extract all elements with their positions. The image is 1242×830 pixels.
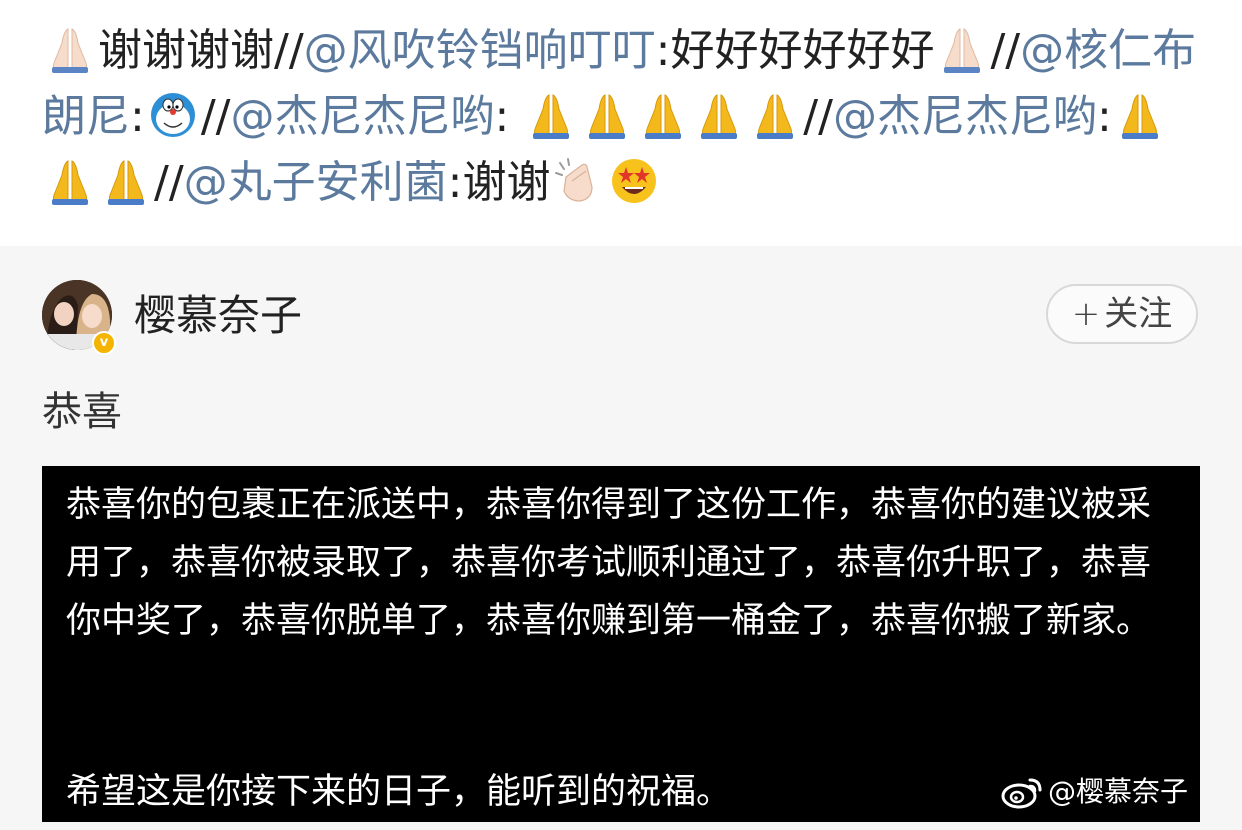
- watermark-text: @樱慕奈子: [1047, 775, 1188, 808]
- pray-yellow-icon: [1114, 89, 1166, 141]
- doraemon-icon: [147, 89, 199, 141]
- follow-label: 关注: [1104, 294, 1173, 334]
- watermark: @樱慕奈子: [1000, 770, 1188, 814]
- repost-text: :谢谢: [447, 157, 551, 208]
- pray-yellow-icon: [749, 89, 801, 141]
- pray-yellow-icon: [637, 89, 689, 141]
- post-text: 恭喜: [42, 389, 122, 435]
- weibo-logo-icon: [1001, 778, 1042, 809]
- pray-yellow-icon: [525, 89, 577, 141]
- mention-link[interactable]: @丸子安利菌: [184, 157, 448, 208]
- repost-text: :: [494, 91, 524, 142]
- mention-link[interactable]: @风吹铃铛响叮叮: [304, 25, 656, 76]
- repost-text: //: [803, 91, 833, 142]
- post-image[interactable]: 恭喜你的包裹正在派送中，恭喜你得到了这份工作，恭喜你的建议被采用了，恭喜你被录取…: [42, 466, 1200, 822]
- clapping-icon: [552, 155, 604, 207]
- pray-light-icon: [936, 23, 988, 75]
- repost-text: :: [1096, 91, 1112, 142]
- repost-text: 谢谢谢谢//: [98, 25, 304, 76]
- repost-chain: 谢谢谢谢//@风吹铃铛响叮叮:好好好好好好//@核仁布朗尼://@杰尼杰尼哟: …: [42, 18, 1212, 216]
- repost-text: //: [154, 157, 184, 208]
- repost-text: :: [130, 91, 145, 142]
- repost-text: //: [200, 91, 231, 142]
- image-paragraph: 恭喜你的包裹正在派送中，恭喜你得到了这份工作，恭喜你的建议被采用了，恭喜你被录取…: [66, 485, 1152, 641]
- pray-light-icon: [44, 23, 96, 75]
- image-closing-line: 希望这是你接下来的日子，能听到的祝福。: [66, 772, 732, 812]
- username[interactable]: 樱慕奈子: [134, 288, 302, 344]
- pray-yellow-icon: [693, 89, 745, 141]
- pray-yellow-icon: [581, 89, 633, 141]
- pray-yellow-icon: [100, 155, 152, 207]
- mention-link[interactable]: @杰尼杰尼哟: [230, 91, 494, 142]
- repost-text: :好好好好好好: [655, 25, 935, 76]
- pray-yellow-icon: [44, 155, 96, 207]
- plus-icon: +: [1071, 294, 1101, 334]
- mention-link[interactable]: @杰尼杰尼哟: [833, 91, 1097, 142]
- follow-button[interactable]: + 关注: [1046, 284, 1198, 344]
- repost-text: //: [990, 25, 1021, 76]
- star-struck-icon: [608, 155, 660, 207]
- verified-badge-icon: v: [92, 331, 116, 355]
